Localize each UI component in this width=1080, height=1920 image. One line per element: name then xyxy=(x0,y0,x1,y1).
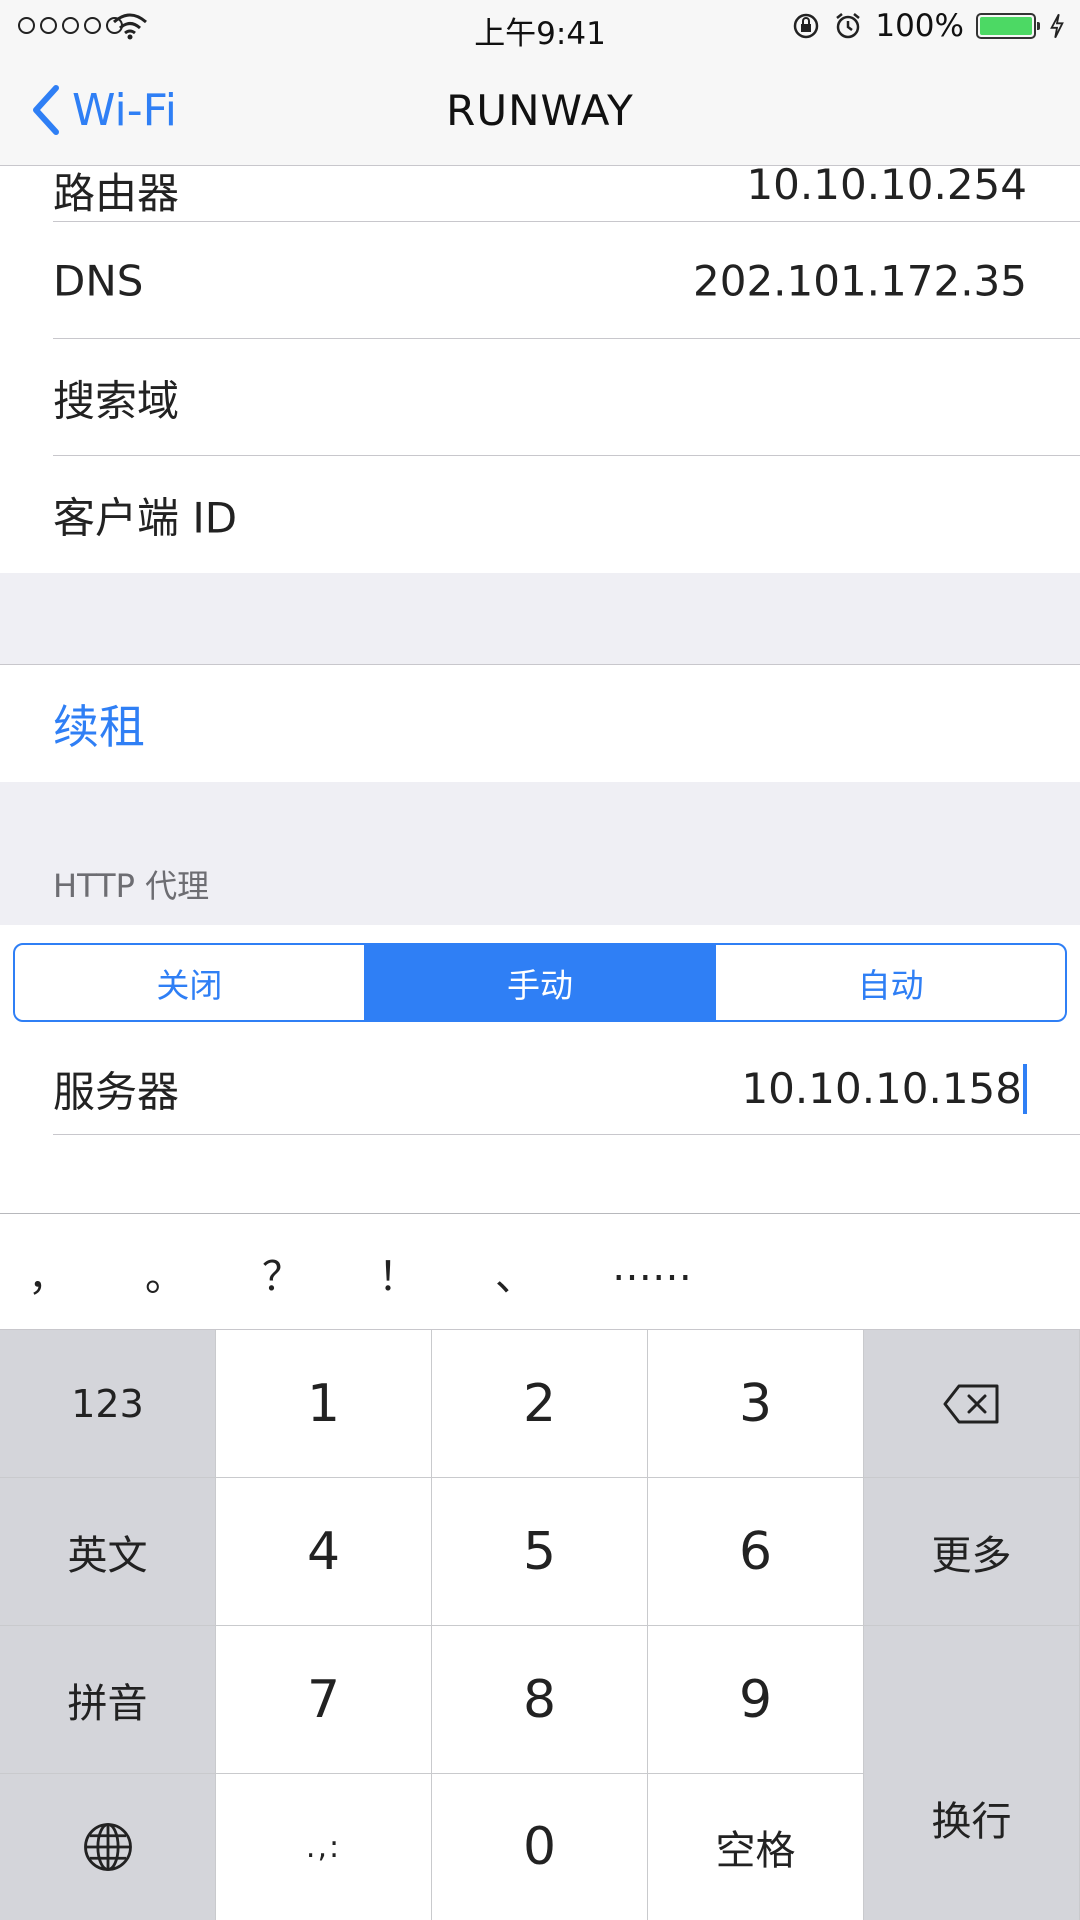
key-0[interactable]: 0 xyxy=(432,1774,648,1920)
renew-lease-label: 续租 xyxy=(53,699,145,754)
server-value: 10.10.10.158 xyxy=(741,1064,1022,1114)
key-return[interactable]: 换行 xyxy=(864,1626,1080,1920)
dns-label: DNS xyxy=(53,256,144,305)
delete-key[interactable] xyxy=(864,1330,1080,1478)
client-id-label: 客户端 ID xyxy=(53,493,238,542)
charging-bolt-icon xyxy=(1050,13,1064,39)
client-id-row: 客户端 ID xyxy=(0,456,1080,573)
key-3[interactable]: 3 xyxy=(648,1330,864,1478)
http-proxy-header: HTTP 代理 xyxy=(53,867,210,905)
globe-icon xyxy=(83,1823,132,1871)
key-9[interactable]: 9 xyxy=(648,1626,864,1774)
globe-key[interactable] xyxy=(0,1774,216,1920)
router-value: 10.10.10.254 xyxy=(746,166,1027,209)
router-row: 路由器 10.10.10.254 xyxy=(0,166,1080,222)
key-7[interactable]: 7 xyxy=(216,1626,432,1774)
key-english[interactable]: 英文 xyxy=(0,1478,216,1626)
http-proxy-section-header: HTTP 代理 xyxy=(0,782,1080,925)
server-row: 服务器 10.10.10.158 xyxy=(0,1025,1080,1135)
candidate-comma[interactable]: ， xyxy=(28,1244,68,1302)
search-domain-row: 搜索域 xyxy=(0,339,1080,456)
key-2[interactable]: 2 xyxy=(432,1330,648,1478)
segment-auto[interactable]: 自动 xyxy=(714,945,1065,1020)
key-more[interactable]: 更多 xyxy=(864,1478,1080,1626)
key-123[interactable]: 123 xyxy=(0,1330,216,1478)
keyboard: ， 。 ？ ！ 、 …… 123 1 2 3 英文 4 5 6 更多 拼音 7 … xyxy=(0,1213,1080,1920)
page-title: RUNWAY xyxy=(446,86,634,135)
settings-table: 路由器 10.10.10.254 DNS 202.101.172.35 搜索域 … xyxy=(0,166,1080,1135)
candidate-period[interactable]: 。 xyxy=(145,1244,185,1302)
candidate-exclamation[interactable]: ！ xyxy=(378,1244,418,1302)
section-gap xyxy=(0,573,1080,665)
renew-lease-button[interactable]: 续租 xyxy=(0,665,1080,782)
candidate-enumeration-comma[interactable]: 、 xyxy=(495,1244,535,1302)
candidate-bar: ， 。 ？ ！ 、 …… xyxy=(0,1214,1080,1330)
key-punctuation[interactable]: .,: xyxy=(216,1774,432,1920)
status-bar: 上午9:41 100% xyxy=(0,0,1080,56)
delete-icon xyxy=(943,1384,998,1423)
proxy-mode-segmented-control: 关闭 手动 自动 xyxy=(13,943,1067,1022)
dns-value: 202.101.172.35 xyxy=(693,256,1027,305)
server-label: 服务器 xyxy=(53,1067,180,1117)
key-8[interactable]: 8 xyxy=(432,1626,648,1774)
key-4[interactable]: 4 xyxy=(216,1478,432,1626)
key-5[interactable]: 5 xyxy=(432,1478,648,1626)
alarm-icon xyxy=(836,13,861,39)
row-separator xyxy=(53,1134,1080,1135)
key-pinyin[interactable]: 拼音 xyxy=(0,1626,216,1774)
candidate-question[interactable]: ？ xyxy=(262,1244,302,1302)
router-label: 路由器 xyxy=(53,169,180,218)
proxy-mode-container: 关闭 手动 自动 xyxy=(0,925,1080,1025)
segment-off[interactable]: 关闭 xyxy=(15,945,364,1020)
keypad: 123 1 2 3 英文 4 5 6 更多 拼音 7 8 9 换行 .,: 0 … xyxy=(0,1330,1080,1920)
dns-row: DNS 202.101.172.35 xyxy=(0,222,1080,339)
candidate-ellipsis[interactable]: …… xyxy=(612,1244,692,1290)
rotation-lock-icon xyxy=(794,13,819,39)
segment-manual[interactable]: 手动 xyxy=(363,945,715,1020)
battery-icon xyxy=(976,13,1040,39)
battery-percent: 100% xyxy=(875,8,964,44)
key-1[interactable]: 1 xyxy=(216,1330,432,1478)
status-right: 100% xyxy=(791,8,1066,44)
server-input[interactable]: 10.10.10.158 xyxy=(741,1063,1027,1114)
space-key[interactable]: 空格 xyxy=(648,1774,864,1920)
search-domain-label: 搜索域 xyxy=(53,376,180,425)
key-6[interactable]: 6 xyxy=(648,1478,864,1626)
text-caret xyxy=(1023,1063,1027,1114)
navigation-bar: Wi-Fi RUNWAY xyxy=(0,56,1080,166)
